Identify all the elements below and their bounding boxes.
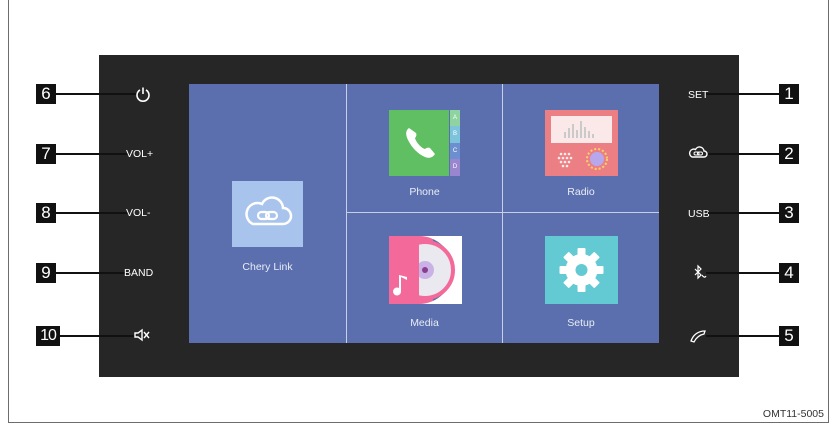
usb-button[interactable]: USB [688, 208, 710, 220]
chery-link-cloud-icon [232, 181, 303, 247]
phone-handset-icon [389, 110, 449, 176]
leader-line [56, 212, 128, 214]
leader-line [708, 153, 779, 155]
chery-link-icon[interactable] [688, 145, 708, 161]
tile-label: Media [410, 317, 439, 329]
tile-label: Radio [567, 186, 595, 198]
tile-media[interactable]: Media [347, 213, 502, 343]
leader-line [708, 212, 779, 214]
tile-label: Setup [567, 317, 595, 329]
leader-line [706, 335, 779, 337]
callout-number: 3 [779, 203, 799, 223]
hang-up-icon[interactable] [688, 328, 708, 344]
index-tab: C [450, 143, 460, 159]
media-disc-icon [389, 236, 462, 304]
callout-number: 1 [779, 84, 799, 104]
touch-screen: Chery Link A B C D Phone Radio Media Set… [189, 84, 659, 343]
callout-number: 5 [779, 326, 799, 346]
callout-number: 2 [779, 144, 799, 164]
tile-label: Chery Link [242, 261, 293, 273]
set-button[interactable]: SET [688, 89, 708, 101]
phone-index-tabs: A B C D [450, 110, 460, 176]
callout-number: 9 [36, 263, 56, 283]
radio-icon [545, 110, 618, 176]
leader-line [56, 153, 128, 155]
band-button[interactable]: BAND [124, 267, 153, 279]
vol-up-button[interactable]: VOL+ [126, 148, 153, 160]
tile-chery-link[interactable]: Chery Link [189, 84, 346, 343]
callout-number: 10 [36, 326, 60, 346]
power-icon[interactable] [135, 86, 151, 102]
callout-number: 7 [36, 144, 56, 164]
leader-line [60, 335, 136, 337]
leader-line [706, 272, 779, 274]
figure-code: OMT11-5005 [762, 408, 824, 420]
mute-icon[interactable] [133, 327, 151, 343]
tile-phone[interactable]: A B C D Phone [347, 84, 502, 212]
tile-setup[interactable]: Setup [503, 213, 659, 343]
leader-line [706, 93, 779, 95]
index-tab: D [450, 159, 460, 176]
callout-number: 4 [779, 263, 799, 283]
leader-line [56, 272, 128, 274]
index-tab: A [450, 110, 460, 126]
index-tab: B [450, 126, 460, 143]
callout-number: 8 [36, 203, 56, 223]
callout-number: 6 [36, 84, 56, 104]
gear-icon [545, 236, 618, 304]
vol-down-button[interactable]: VOL- [126, 207, 151, 219]
leader-line [56, 93, 139, 95]
tile-label: Phone [409, 186, 440, 198]
tile-radio[interactable]: Radio [503, 84, 659, 212]
